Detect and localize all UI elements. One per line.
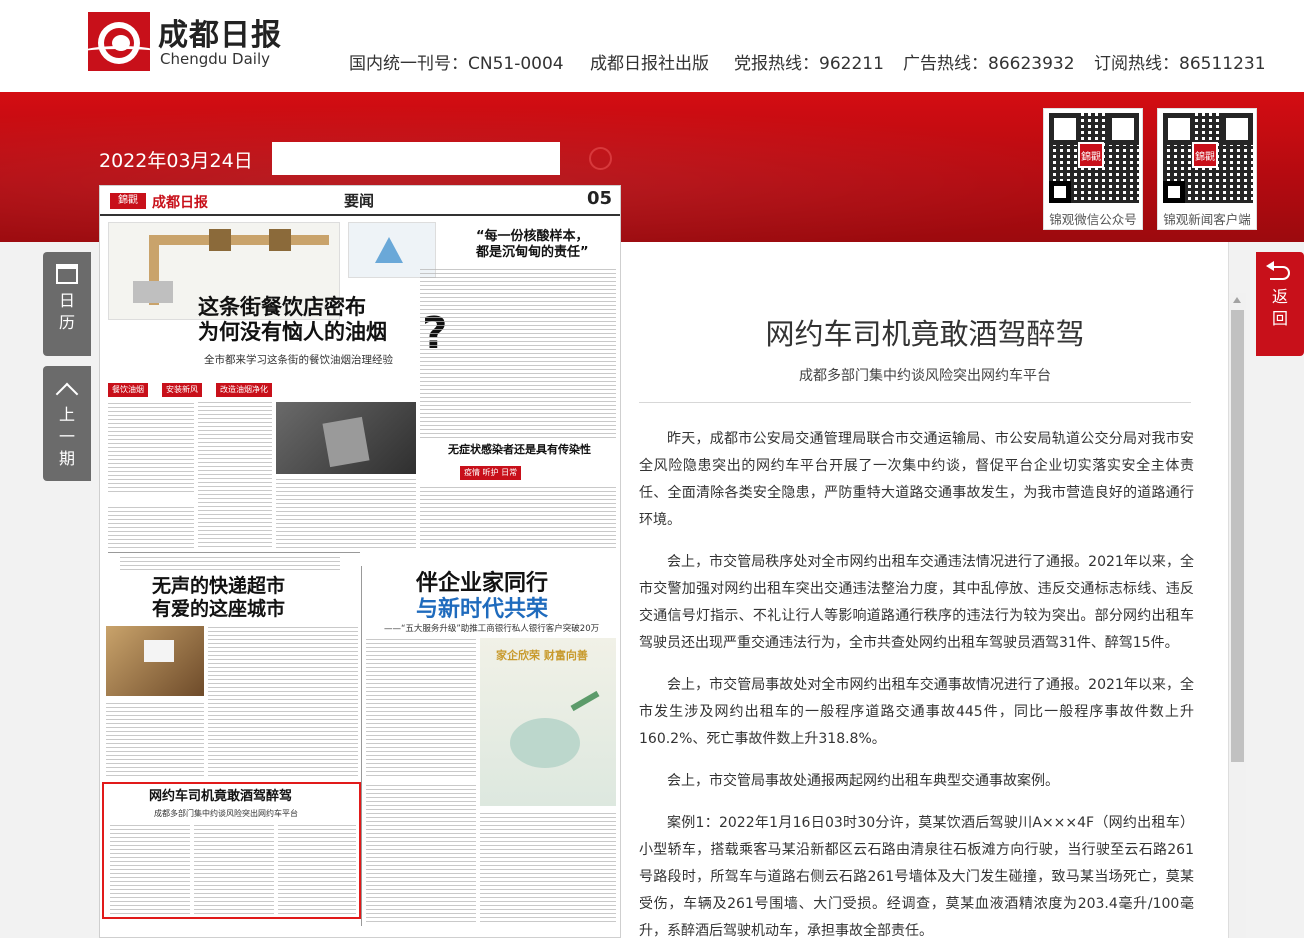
headline-enterprise-2: 与新时代共荣 — [416, 597, 549, 622]
paper-name: 成都日报 — [152, 195, 208, 211]
scroll-thumb[interactable] — [1231, 310, 1244, 762]
selected-article-area[interactable]: 网约车司机竟敢酒驾醉驾 成都多部门集中约谈风险突出网约车平台 — [102, 782, 361, 919]
info-publisher: 成都日报社出版 — [590, 54, 709, 74]
thumb-article-sub: 成都多部门集中约谈风险突出网约车平台 — [154, 809, 298, 818]
chevron-up-icon — [55, 382, 79, 406]
article-paragraph: 案例1：2022年1月16日03时30分许，莫某饮酒后驾驶川A×××4F（网约出… — [639, 815, 1194, 938]
headline-test-2: 都是沉甸甸的责任” — [476, 245, 589, 260]
paper-section: 要闻 — [344, 192, 375, 210]
logo-title[interactable]: 成都日报 — [158, 10, 282, 54]
back-button[interactable]: 返 回 — [1256, 252, 1304, 356]
issue-date: 2022年03月24日 — [99, 150, 253, 172]
headline-oil-smoke-sub: 全市都来学习这条街的餐饮油烟治理经验 — [204, 354, 393, 366]
info-party-hotline: 党报热线：962211 — [734, 54, 884, 74]
ad-title: 家企欣荣 财富向善 — [496, 649, 588, 662]
article-paragraph: 会上，市交管局事故处通报两起网约出租车典型交通事故案例。 — [667, 773, 1059, 789]
info-subscribe-hotline: 订阅热线：86511231 — [1094, 54, 1266, 74]
info-ad-hotline: 广告热线：86623932 — [903, 54, 1075, 74]
logo-subtitle: Chengdu Daily — [160, 50, 270, 68]
article-panel: 网约车司机竟敢酒驾醉驾 成都多部门集中约谈风险突出网约车平台 昨天，成都市公安局… — [621, 242, 1229, 938]
article-scrollbar[interactable] — [1229, 293, 1246, 938]
headline-infection: 无症状感染者还是具有传染性 — [448, 443, 591, 456]
headline-express-1: 无声的快递超市 — [152, 575, 286, 597]
article-paragraph: 会上，市交管局事故处对全市网约出租车交通事故情况进行了通报。2021年以来，全市… — [639, 677, 1194, 747]
info-issn: 国内统一刊号：CN51-0004 — [349, 54, 564, 74]
article-subtitle: 成都多部门集中约谈风险突出网约车平台 — [799, 368, 1051, 384]
article-paragraph: 会上，市交管局秩序处对全市网约出租车交通违法情况进行了通报。2021年以来，全市… — [639, 554, 1194, 651]
kitchen-photo — [276, 402, 416, 474]
paper-page-number: 05 — [586, 188, 612, 209]
headline-enterprise-sub: ——“五大服务升级”助推工商银行私人银行客户突破20万 — [384, 624, 600, 634]
qr-badge: 錦觀 — [1192, 142, 1218, 168]
headline-oil-smoke-2: 为何没有恼人的油烟 — [198, 320, 387, 344]
calendar-icon — [56, 264, 78, 284]
thumb-article-title: 网约车司机竟敢酒驾醉驾 — [149, 789, 293, 804]
chengdu-daily-logo-icon[interactable] — [88, 12, 150, 71]
article-title: 网约车司机竟敢酒驾醉驾 — [765, 317, 1085, 351]
headline-enterprise-1: 伴企业家同行 — [416, 571, 549, 596]
prev-issue-button[interactable]: 上 一 期 — [43, 366, 91, 481]
scroll-up-icon[interactable] — [1233, 297, 1241, 303]
qr-wechat: 錦觀 锦观微信公众号 — [1043, 108, 1143, 230]
search-input[interactable] — [272, 142, 560, 175]
search-icon[interactable] — [589, 147, 612, 170]
paper-masthead: 錦觀 成都日报 要闻 05 — [100, 186, 620, 216]
bank-ad: 家企欣荣 财富向善 — [480, 638, 616, 806]
express-photo — [106, 626, 204, 696]
qr-app-label: 锦观新闻客户端 — [1163, 212, 1251, 227]
return-icon — [1266, 261, 1290, 280]
calendar-button[interactable]: 日 历 — [43, 252, 91, 356]
newspaper-page[interactable]: 錦觀 成都日报 要闻 05 这条街餐饮店密布 为何没有恼人的油烟 ? 全市都来学… — [99, 185, 621, 938]
paper-logo: 錦觀 — [110, 193, 146, 209]
headline-oil-smoke-1: 这条街餐饮店密布 — [198, 295, 366, 319]
divider — [639, 402, 1191, 403]
headline-express-2: 有爱的这座城市 — [152, 598, 286, 620]
article-body: 昨天，成都市公安局交通管理局联合市交通运输局、市公安局轨道公交分局对我市安全风险… — [639, 426, 1194, 938]
qr-wechat-label: 锦观微信公众号 — [1049, 212, 1137, 227]
site-header: 成都日报 Chengdu Daily 国内统一刊号：CN51-0004 成都日报… — [0, 0, 1304, 92]
qr-app: 錦觀 锦观新闻客户端 — [1157, 108, 1257, 230]
headline-test-1: “每一份核酸样本， — [476, 229, 589, 244]
qr-badge: 錦觀 — [1078, 142, 1104, 168]
article-paragraph: 昨天，成都市公安局交通管理局联合市交通运输局、市公安局轨道公交分局对我市安全风险… — [639, 431, 1194, 528]
